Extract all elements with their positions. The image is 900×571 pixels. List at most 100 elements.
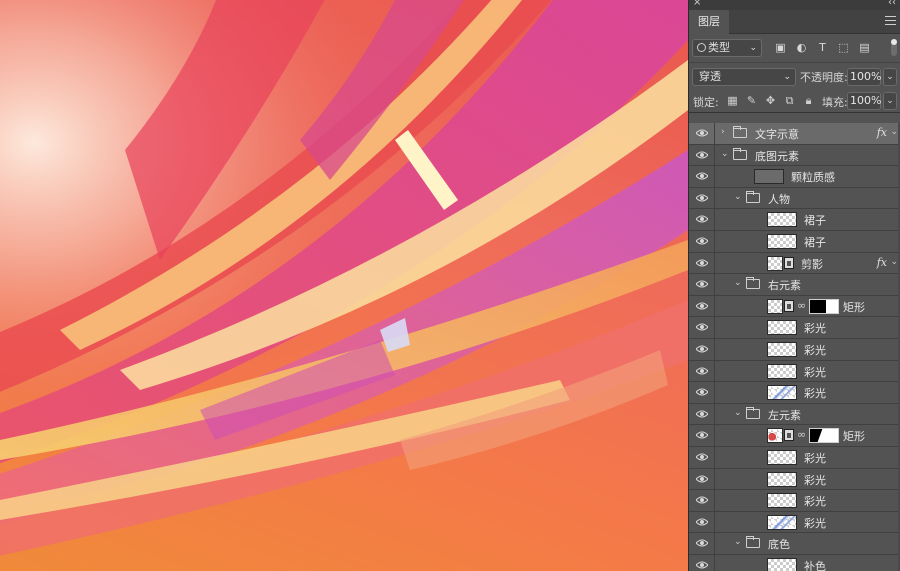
- visibility-eye-icon[interactable]: [689, 382, 715, 403]
- visibility-eye-icon[interactable]: [689, 295, 715, 317]
- tab-layers[interactable]: 图层: [689, 10, 729, 34]
- visibility-eye-icon[interactable]: [689, 209, 715, 230]
- visibility-eye-icon[interactable]: [689, 360, 715, 382]
- visibility-eye-icon[interactable]: [689, 123, 715, 144]
- layer-row[interactable]: ⌄ 人物: [689, 187, 900, 210]
- text-filter-icon[interactable]: T: [815, 41, 830, 55]
- layer-row[interactable]: ⌄ 底色: [689, 533, 900, 555]
- smart-object-icon: [784, 429, 794, 442]
- layer-thumbnail: [767, 493, 797, 509]
- layer-list: › 文字示意 fx ⌄ ⌄ 底图元素 颗粒质感 ⌄ 人物 裙子 裙子 剪影 fx ⌄ ⌄ 右元素 ∞ 矩形 彩光 彩光…: [689, 123, 900, 571]
- fill-input[interactable]: 100%: [847, 92, 881, 110]
- visibility-eye-icon[interactable]: [689, 490, 715, 511]
- layer-thumbnail: [767, 233, 797, 249]
- chevron-down-icon[interactable]: ⌄: [734, 537, 742, 547]
- layer-row[interactable]: 补色: [689, 554, 900, 571]
- folder-icon: [746, 277, 760, 290]
- layer-name: 彩光: [804, 365, 826, 379]
- layer-row[interactable]: › 文字示意 fx ⌄: [689, 123, 900, 145]
- lock-transparent-icon[interactable]: ▦: [725, 94, 740, 107]
- visibility-eye-icon[interactable]: [689, 187, 715, 209]
- lock-position-icon[interactable]: ✥: [763, 94, 778, 107]
- lock-fill-row: 锁定: ▦ ✎ ✥ ⧉ 🔒︎ 填充: 100% ⌄: [689, 89, 900, 113]
- layer-row[interactable]: 彩光: [689, 490, 900, 512]
- lock-all-icon[interactable]: 🔒︎: [801, 94, 816, 107]
- layer-row[interactable]: 彩光: [689, 317, 900, 339]
- filter-kind-select[interactable]: 类型 ⌄: [692, 39, 762, 57]
- layer-row[interactable]: 彩光: [689, 511, 900, 534]
- document-canvas[interactable]: [0, 0, 688, 571]
- shape-filter-icon[interactable]: ⬚: [836, 41, 851, 55]
- link-chain-icon[interactable]: ∞: [797, 428, 806, 441]
- layer-mask-thumbnail[interactable]: [809, 298, 839, 314]
- blend-mode-value: 穿透: [699, 70, 721, 83]
- fill-slider-toggle[interactable]: ⌄: [883, 92, 897, 110]
- layer-row[interactable]: ⌄ 左元素: [689, 403, 900, 426]
- layer-thumbnail: [767, 255, 783, 271]
- visibility-eye-icon[interactable]: [689, 554, 715, 571]
- layer-name: 彩光: [804, 473, 826, 487]
- visibility-eye-icon[interactable]: [689, 403, 715, 425]
- visibility-eye-icon[interactable]: [689, 338, 715, 360]
- layer-row[interactable]: 剪影 fx ⌄: [689, 252, 900, 275]
- image-filter-icon[interactable]: ▣: [773, 41, 788, 55]
- layer-thumbnail: [767, 557, 797, 571]
- visibility-eye-icon[interactable]: [689, 446, 715, 468]
- layer-thumbnail: [767, 298, 783, 314]
- smart-object-icon: [784, 256, 794, 269]
- folder-icon: [733, 147, 747, 160]
- chevron-right-icon[interactable]: ›: [721, 127, 725, 137]
- layer-thumbnail: [767, 320, 797, 336]
- layer-thumbnail: [754, 169, 784, 185]
- visibility-eye-icon[interactable]: [689, 144, 715, 166]
- filter-kind-label: 类型: [708, 41, 730, 54]
- visibility-eye-icon[interactable]: [689, 274, 715, 295]
- opacity-slider-toggle[interactable]: ⌄: [883, 68, 897, 86]
- visibility-eye-icon[interactable]: [689, 533, 715, 554]
- blend-mode-select[interactable]: 穿透 ⌄: [692, 68, 796, 86]
- layer-row[interactable]: 彩光: [689, 360, 900, 383]
- chevron-down-icon[interactable]: ⌄: [721, 149, 729, 159]
- layer-row[interactable]: ∞ 矩形: [689, 295, 900, 318]
- layer-name: 底色: [768, 538, 790, 552]
- close-icon[interactable]: ×: [693, 0, 701, 8]
- layer-row[interactable]: ⌄ 底图元素: [689, 144, 900, 167]
- search-icon: [697, 43, 706, 52]
- smart-object-filter-icon[interactable]: ▤: [857, 41, 872, 55]
- lock-artboard-icon[interactable]: ⧉: [782, 94, 797, 107]
- chevron-down-icon[interactable]: ⌄: [734, 408, 742, 418]
- adjustment-filter-icon[interactable]: ◐: [794, 41, 809, 55]
- visibility-eye-icon[interactable]: [689, 166, 715, 187]
- layer-row[interactable]: 裙子: [689, 209, 900, 231]
- link-chain-icon[interactable]: ∞: [797, 299, 806, 312]
- layer-mask-thumbnail[interactable]: [809, 428, 839, 444]
- chevron-down-icon[interactable]: ⌄: [890, 127, 898, 137]
- layer-thumbnail: [767, 471, 797, 487]
- layer-name: 彩光: [804, 322, 826, 336]
- chevron-down-icon[interactable]: ⌄: [734, 278, 742, 288]
- fx-icon[interactable]: fx: [877, 256, 887, 269]
- layer-row[interactable]: ⌄ 右元素: [689, 274, 900, 296]
- layer-row[interactable]: 裙子: [689, 230, 900, 253]
- visibility-eye-icon[interactable]: [689, 317, 715, 338]
- lock-image-icon[interactable]: ✎: [744, 94, 759, 107]
- layer-row[interactable]: 彩光: [689, 468, 900, 491]
- visibility-eye-icon[interactable]: [689, 252, 715, 274]
- layer-row[interactable]: 彩光: [689, 338, 900, 361]
- layer-row[interactable]: 彩光: [689, 446, 900, 469]
- filter-toggle[interactable]: [891, 39, 897, 56]
- chevron-down-icon[interactable]: ⌄: [890, 257, 898, 267]
- artwork: [0, 0, 688, 571]
- visibility-eye-icon[interactable]: [689, 468, 715, 490]
- visibility-eye-icon[interactable]: [689, 511, 715, 533]
- collapse-panel-icon[interactable]: ‹‹: [888, 0, 896, 8]
- panel-menu-icon[interactable]: [885, 16, 896, 26]
- fx-icon[interactable]: fx: [877, 126, 887, 139]
- chevron-down-icon[interactable]: ⌄: [734, 192, 742, 202]
- visibility-eye-icon[interactable]: [689, 230, 715, 252]
- opacity-input[interactable]: 100%: [847, 68, 881, 86]
- layer-row[interactable]: 彩光: [689, 382, 900, 404]
- visibility-eye-icon[interactable]: [689, 425, 715, 446]
- layer-row[interactable]: 颗粒质感: [689, 166, 900, 188]
- layer-row[interactable]: ∞ 矩形: [689, 425, 900, 447]
